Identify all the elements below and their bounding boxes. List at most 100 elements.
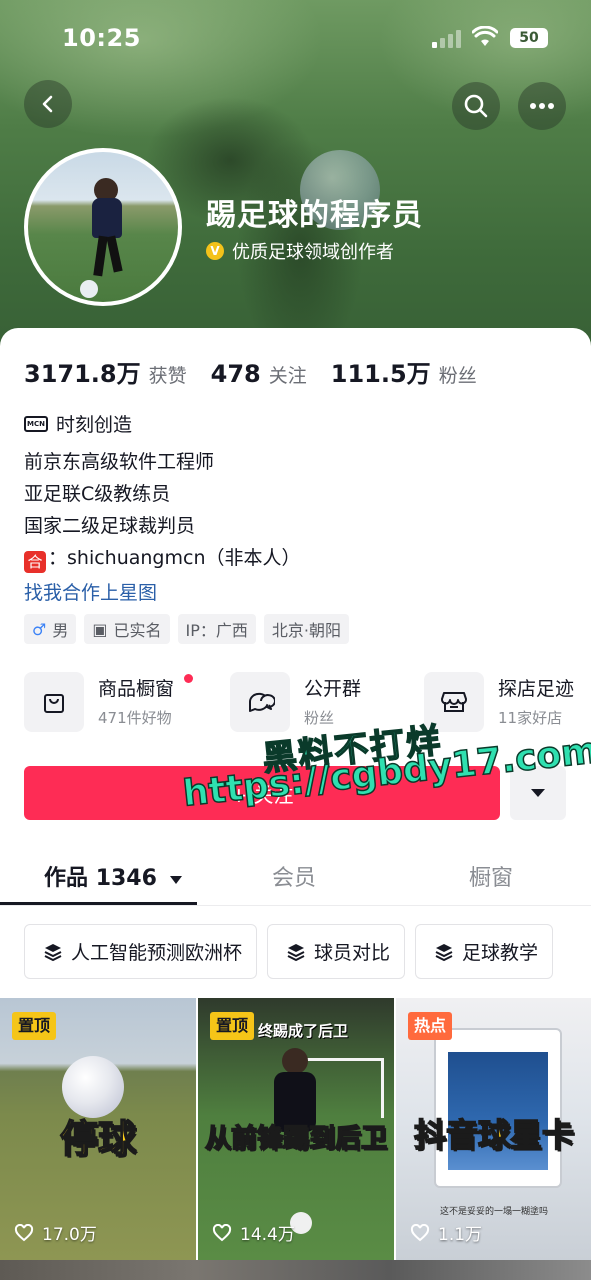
male-icon: ♂ [32,619,47,639]
chip-label: 人工智能预测欧洲杯 [71,942,243,964]
collection-chip[interactable]: 球员对比 [267,924,406,979]
collection-chip[interactable]: 人工智能预测欧洲杯 [24,924,258,979]
avatar[interactable] [24,148,182,306]
pinned-badge: 置顶 [12,1012,57,1040]
id-card-icon: ▣ [92,619,108,639]
video-thumbnail[interactable]: 热点 抖音球星卡 这不是妥妥的一塌一糊塗吗 1.1万 [396,998,591,1260]
trending-badge: 热点 [408,1012,453,1040]
following-label: 关注 [268,365,307,387]
video-caption: 从前锋踢到后卫 [204,1123,388,1155]
more-dots-icon [530,103,554,109]
status-time: 10:25 [62,24,141,52]
collection-chip[interactable]: 足球教学 [415,924,554,979]
shortcut-subtitle: 471件好物 [98,709,172,727]
likes-count: 14.4万 [240,1225,295,1245]
layers-icon [435,943,453,961]
follow-button[interactable]: + 关注 [24,766,500,820]
shortcut-subtitle: 粉丝 [304,709,335,727]
tab-works-label: 作品 [44,866,89,891]
video-likes: 14.4万 [212,1220,295,1245]
real-name-tag: ▣ 已实名 [84,614,170,644]
avatar-image [28,152,178,302]
video-overlay-text: 终踢成了后卫 [258,1022,349,1040]
shop-window-shortcut[interactable]: 商品橱窗 471件好物 [24,672,193,740]
likes-label: 获赞 [148,365,187,387]
shortcut-title: 公开群 [304,678,362,700]
stats-row: 3171.8万 获赞 478 关注 111.5万 粉丝 [24,354,501,389]
following-count[interactable]: 478 [211,360,261,388]
chevron-left-icon [42,95,53,113]
shortcut-title: 商品橱窗 [98,678,175,700]
city-tag: 北京·朝阳 [263,614,349,644]
gender-label: 男 [52,621,69,640]
layers-icon [287,943,305,961]
chip-label: 球员对比 [314,942,391,964]
active-tab-indicator [0,902,197,905]
next-row-thumbnails [0,1260,591,1280]
cellular-signal-icon [432,30,466,48]
tab-member[interactable]: 会员 [272,860,316,892]
search-button[interactable] [452,82,500,130]
shortcut-title: 探店足迹 [498,678,575,700]
store-visit-shortcut[interactable]: 探店足迹 11家好店 [424,672,574,740]
video-overlay-text: 这不是妥妥的一塌一糊塗吗 [440,1207,549,1217]
tab-showcase[interactable]: 橱窗 [469,860,513,892]
shopping-bag-icon [24,672,84,732]
caret-down-icon [531,789,545,797]
city-label: 北京·朝阳 [271,621,341,640]
profile-tags: ♂ 男 ▣ 已实名 IP：广西 北京·朝阳 [24,614,357,644]
video-likes: 1.1万 [410,1220,482,1245]
shortcut-subtitle: 11家好店 [498,709,563,727]
heart-icon [14,1223,34,1241]
heart-icon [212,1223,232,1241]
search-icon [464,94,488,118]
video-likes: 17.0万 [14,1220,97,1245]
mcn-row[interactable]: MCN 时刻创造 [24,410,132,437]
layers-icon [44,943,62,961]
tab-works[interactable]: 作品 1346 [44,860,183,892]
cooperation-badge-icon: 合 [24,551,46,573]
content-tabs: 作品 1346 会员 橱窗 [0,842,591,906]
likes-count: 17.0万 [42,1225,97,1245]
wifi-icon [472,26,498,46]
video-caption: 停球 [59,1116,137,1162]
video-caption: 抖音球星卡 [413,1115,575,1155]
more-options-button[interactable] [518,82,566,130]
shortcut-row: 商品橱窗 471件好物 公开群 粉丝 探店足迹 11家好店 [24,672,591,740]
likes-count[interactable]: 3171.8万 [24,354,141,389]
group-chat-shortcut[interactable]: 公开群 粉丝 [230,672,361,740]
followers-label: 粉丝 [438,365,477,387]
pinned-badge: 置顶 [210,1012,255,1040]
mcn-label: 时刻创造 [56,414,133,436]
video-grid: 置顶 停球 17.0万 置顶 终踢成了后卫 从前锋踢到后卫 14.4万 热点 抖… [0,998,591,1280]
ip-location-tag: IP：广西 [177,614,256,644]
notification-dot [184,674,193,683]
status-bar: 10:25 50 [0,18,591,62]
profile-nickname: 踢足球的程序员 [206,198,423,233]
bio-contact-text: ：shichuangmcn（非本人） [48,547,301,569]
followers-count[interactable]: 111.5万 [331,354,431,389]
back-button[interactable] [24,80,72,128]
video-thumbnail[interactable]: 置顶 终踢成了后卫 从前锋踢到后卫 14.4万 [198,998,394,1260]
collection-chips: 人工智能预测欧洲杯 球员对比 足球教学 [24,924,563,979]
likes-count: 1.1万 [438,1225,483,1245]
bio-line: 国家二级足球裁判员 [24,515,196,537]
bio-contact-line: 合：shichuangmcn（非本人） [24,542,301,574]
heart-icon [410,1223,430,1241]
verification-row: V 优质足球领域创作者 [206,238,394,264]
group-chat-icon [230,672,290,732]
verification-text: 优质足球领域创作者 [232,242,394,263]
tab-works-count: 1346 [95,866,157,891]
bio-line: 亚足联C级教练员 [24,483,171,505]
more-actions-dropdown-button[interactable] [510,766,566,820]
chip-label: 足球教学 [462,942,539,964]
gender-tag: ♂ 男 [24,614,77,644]
star-map-link[interactable]: 找我合作上星图 [24,578,157,605]
mcn-icon: MCN [24,415,48,432]
profile-card: 3171.8万 获赞 478 关注 111.5万 粉丝 MCN 时刻创造 前京东… [0,328,591,1280]
bio-line: 前京东高级软件工程师 [24,451,215,473]
video-thumbnail[interactable]: 置顶 停球 17.0万 [0,998,196,1260]
store-icon [424,672,484,732]
bio: 前京东高级软件工程师 亚足联C级教练员 国家二级足球裁判员 合：shichuan… [24,446,301,574]
ip-location-label: IP：广西 [185,621,248,640]
